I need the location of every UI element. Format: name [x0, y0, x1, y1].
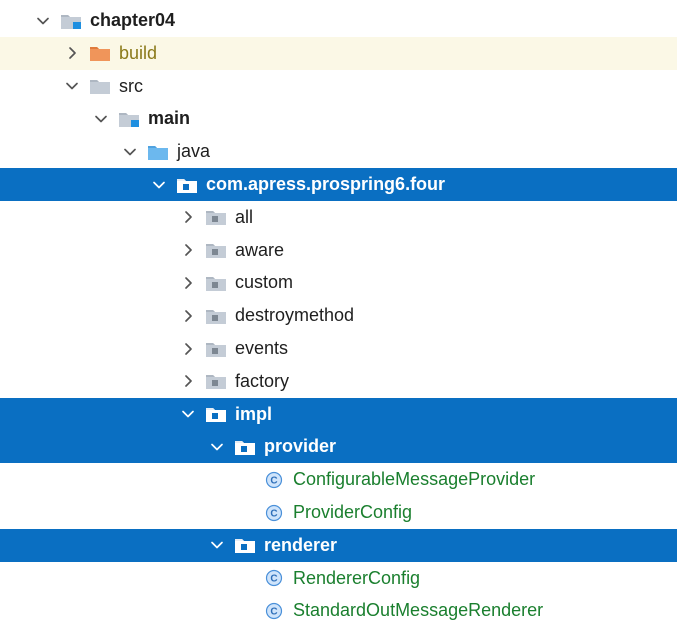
chevron-right-icon[interactable]	[61, 42, 83, 64]
chevron-down-icon[interactable]	[90, 108, 112, 130]
tree-item-label: ConfigurableMessageProvider	[293, 469, 536, 490]
java-class-icon: C	[261, 502, 287, 524]
tree-row-events[interactable]: events	[0, 332, 677, 365]
chevron-right-icon[interactable]	[177, 206, 199, 228]
tree-item-label: provider	[264, 436, 337, 457]
chevron-down-icon[interactable]	[32, 10, 54, 32]
package-icon	[203, 370, 229, 392]
chevron-right-icon[interactable]	[177, 239, 199, 261]
tree-item-label: custom	[235, 272, 294, 293]
tree-row-chapter04[interactable]: chapter04	[0, 4, 677, 37]
tree-row-provider[interactable]: provider	[0, 430, 677, 464]
tree-item-label: all	[235, 206, 254, 227]
tree-row-java[interactable]: java	[0, 135, 677, 168]
chevron-right-icon[interactable]	[177, 272, 199, 294]
source-root-folder-icon	[116, 108, 142, 130]
svg-text:C: C	[270, 574, 277, 585]
package-icon	[203, 239, 229, 261]
chevron-down-icon[interactable]	[206, 534, 228, 556]
tree-item-label: RendererConfig	[293, 567, 421, 588]
tree-item-label: impl	[235, 403, 273, 424]
tree-row-factory[interactable]: factory	[0, 365, 677, 398]
package-icon	[203, 206, 229, 228]
tree-item-label: src	[119, 75, 143, 96]
tree-row-destroymethod[interactable]: destroymethod	[0, 299, 677, 332]
chevron-right-icon[interactable]	[177, 370, 199, 392]
tree-item-label: build	[119, 42, 158, 63]
java-class-icon: C	[261, 469, 287, 491]
package-icon	[203, 338, 229, 360]
tree-row-configurablemessageprovider[interactable]: C ConfigurableMessageProvider	[0, 463, 677, 496]
package-icon	[232, 436, 258, 458]
tree-row-all[interactable]: all	[0, 201, 677, 234]
tree-item-label: StandardOutMessageRenderer	[293, 600, 544, 621]
svg-text:C: C	[270, 475, 277, 486]
tree-item-label: com.apress.prospring6.four	[206, 174, 446, 194]
tree-item-label: chapter04	[90, 10, 176, 30]
excluded-folder-icon	[87, 42, 113, 64]
svg-text:C: C	[270, 606, 277, 617]
tree-row-rendererconfig[interactable]: C RendererConfig	[0, 562, 677, 595]
chevron-right-icon[interactable]	[177, 338, 199, 360]
package-icon	[203, 305, 229, 327]
package-icon	[203, 403, 229, 425]
tree-row-renderer[interactable]: renderer	[0, 528, 677, 562]
chevron-down-icon[interactable]	[148, 174, 170, 196]
tree-row-impl[interactable]: impl	[0, 397, 677, 431]
package-icon	[174, 174, 200, 196]
chevron-down-icon[interactable]	[119, 141, 141, 163]
project-tree: chapter04 build src main java com.apress.pros…	[0, 0, 677, 620]
tree-item-label: factory	[235, 370, 290, 391]
module-folder-icon	[58, 10, 84, 32]
tree-row-src[interactable]: src	[0, 70, 677, 103]
tree-item-label: aware	[235, 239, 285, 260]
chevron-right-icon[interactable]	[177, 305, 199, 327]
tree-item-label: main	[148, 108, 191, 129]
tree-row-providerconfig[interactable]: C ProviderConfig	[0, 496, 677, 529]
chevron-down-icon[interactable]	[206, 436, 228, 458]
tree-row-aware[interactable]: aware	[0, 234, 677, 267]
folder-icon	[87, 75, 113, 97]
package-icon	[232, 534, 258, 556]
java-class-icon: C	[261, 567, 287, 589]
tree-item-label: destroymethod	[235, 305, 355, 326]
tree-item-label: ProviderConfig	[293, 502, 413, 522]
tree-row-custom[interactable]: custom	[0, 266, 677, 299]
svg-text:C: C	[270, 508, 277, 519]
tree-row-com-apress-prospring6-four[interactable]: com.apress.prospring6.four	[0, 168, 677, 201]
tree-row-main[interactable]: main	[0, 102, 677, 135]
chevron-down-icon[interactable]	[61, 75, 83, 97]
tree-item-label: renderer	[264, 534, 338, 555]
package-icon	[203, 272, 229, 294]
java-source-folder-icon	[145, 141, 171, 163]
tree-item-label: events	[235, 338, 289, 358]
tree-row-build[interactable]: build	[0, 36, 677, 70]
chevron-down-icon[interactable]	[177, 403, 199, 425]
tree-item-label: java	[177, 141, 211, 162]
tree-row-standardoutmessagerenderer[interactable]: C StandardOutMessageRenderer	[0, 594, 677, 627]
